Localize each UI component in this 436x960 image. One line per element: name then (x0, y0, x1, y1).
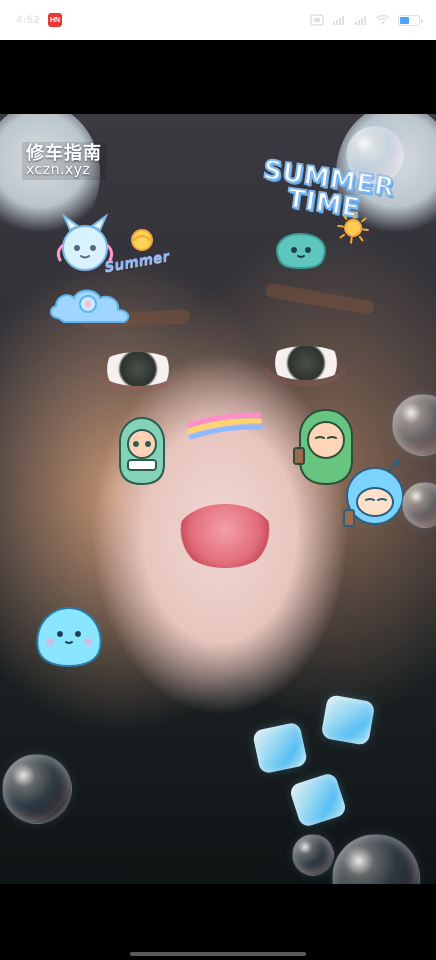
slime-sticker (36, 606, 102, 668)
sun-icon (337, 212, 369, 244)
battery-fill (400, 16, 409, 24)
wifi-icon (376, 14, 390, 26)
status-left: 4:52 HN (16, 13, 63, 27)
bubble-1 (346, 126, 404, 184)
eye-right (266, 346, 346, 380)
ice-cube-1 (251, 721, 309, 775)
cloud-flower-sticker (50, 289, 130, 323)
signal-icon (332, 14, 346, 26)
signal-icon-secondary (354, 14, 368, 26)
blue-blob-sticker (276, 232, 326, 270)
dragon-cat-sticker (56, 213, 114, 271)
watermark-title: 修车指南 (26, 143, 102, 163)
ice-cube-2 (320, 694, 376, 746)
ice-cube-3 (288, 771, 348, 829)
watermark-url: xczn.xyz (26, 161, 91, 178)
bean-character-left (119, 416, 165, 486)
watermark: 修车指南 xczn.xyz (22, 142, 106, 180)
notification-badge-icon: HN (48, 13, 63, 27)
sun-small-icon (131, 229, 153, 251)
sim-card-icon (310, 14, 324, 26)
status-right (310, 14, 423, 26)
video-frame[interactable]: 修车指南 xczn.xyz SUMMER TIME Summer (0, 114, 436, 884)
battery-icon (398, 14, 423, 26)
lips (176, 504, 274, 568)
blue-character (343, 460, 404, 527)
home-indicator[interactable] (130, 952, 306, 956)
eyebrow-right (264, 282, 376, 316)
eye-left (98, 352, 178, 386)
rainbow-sticker (186, 412, 263, 440)
screen: 4:52 HN 修车指南 xczn.xyz SUMMER TIME Summer (0, 0, 436, 960)
status-bar: 4:52 HN (0, 0, 436, 40)
status-time: 4:52 (16, 14, 41, 26)
bubble-4 (2, 754, 72, 824)
bubble-2 (392, 394, 436, 456)
bubble-6 (292, 834, 334, 876)
bubble-5 (332, 834, 420, 884)
